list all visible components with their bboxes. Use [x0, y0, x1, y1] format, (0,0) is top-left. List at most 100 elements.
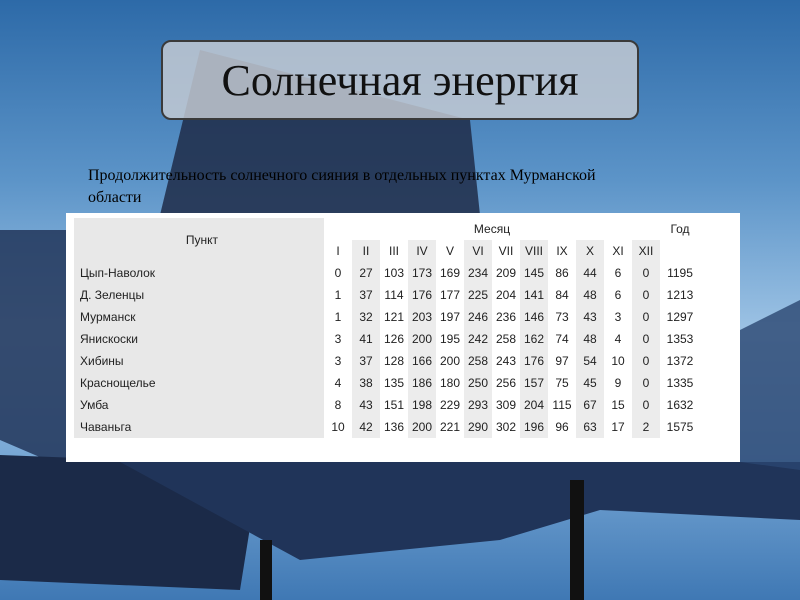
month-value: 63: [576, 416, 604, 438]
month-value: 115: [552, 398, 572, 412]
table-header-row: Пункт Месяц Год: [74, 218, 700, 262]
month-value: 74: [555, 332, 569, 346]
month-value: 135: [383, 376, 405, 390]
month-value: 0: [632, 372, 660, 394]
month-value: 37: [352, 350, 380, 372]
month-value: 186: [408, 372, 436, 394]
month-value: 4: [614, 332, 622, 346]
slide-subtitle: Продолжительность солнечного сияния в от…: [88, 167, 596, 206]
title-box: Солнечная энергия: [161, 40, 639, 120]
month-value: 43: [352, 394, 380, 416]
month-value: 8: [334, 398, 342, 412]
month-value: 1: [334, 288, 342, 302]
month-value: 176: [408, 284, 436, 306]
table-row: Мурманск 1 32 121 203 197 246 236 146 73 43 3 0 1297: [74, 306, 700, 328]
month-value: 75: [555, 376, 569, 390]
month-value: 42: [352, 416, 380, 438]
month-value: 4: [334, 376, 342, 390]
header-month: Месяц: [473, 222, 511, 236]
month-value: 309: [495, 398, 517, 412]
month-value: 173: [408, 262, 436, 284]
month-value: 2: [632, 416, 660, 438]
month-value: 246: [464, 306, 492, 328]
table-row: Умба 8 43 151 198 229 293 309 204 115 67 15 0 1632: [74, 394, 700, 416]
month-value: 242: [464, 328, 492, 350]
month-value: 234: [464, 262, 492, 284]
sunshine-table: Пункт Месяц Год I II III IV V VI VII VIII IX X XI XII Ц…: [74, 218, 700, 438]
month-value: 169: [439, 266, 461, 280]
month-value: 1: [334, 310, 342, 324]
month-value: 32: [352, 306, 380, 328]
year-spacer: [660, 240, 700, 262]
year-total: 1632: [666, 398, 694, 412]
month-value: 3: [334, 354, 342, 368]
place-name: Чаваньга: [74, 416, 324, 438]
place-name: Мурманск: [74, 306, 324, 328]
month-value: 43: [576, 306, 604, 328]
month-value: 114: [384, 288, 404, 302]
month-value: 84: [555, 288, 569, 302]
month-value: 146: [520, 306, 548, 328]
month-value: 45: [576, 372, 604, 394]
month-value: 221: [439, 420, 461, 434]
month-value: 151: [383, 398, 405, 412]
month-value: 97: [555, 354, 569, 368]
slide-title: Солнечная энергия: [221, 55, 579, 105]
year-total: 1335: [666, 376, 694, 390]
table-row: Янискоски 3 41 126 200 195 242 258 162 74 48 4 0 1353: [74, 328, 700, 350]
month-value: 3: [614, 310, 622, 324]
month-header: V: [445, 244, 454, 258]
month-value: 54: [576, 350, 604, 372]
month-value: 38: [352, 372, 380, 394]
month-value: 41: [352, 328, 380, 350]
place-name: Умба: [74, 394, 324, 416]
month-value: 73: [555, 310, 569, 324]
month-value: 293: [464, 394, 492, 416]
month-value: 44: [576, 262, 604, 284]
month-value: 17: [611, 420, 625, 434]
table-row: Чаваньга 10 42 136 200 221 290 302 196 96 63 17 2 157…: [74, 416, 700, 438]
month-value: 6: [614, 288, 622, 302]
month-value: 48: [576, 328, 604, 350]
header-year: Год: [670, 222, 690, 236]
month-value: 136: [383, 420, 405, 434]
month-value: 196: [520, 416, 548, 438]
month-value: 225: [464, 284, 492, 306]
month-header: XII: [632, 240, 660, 262]
sunshine-table-container: Пункт Месяц Год I II III IV V VI VII VIII IX X XI XII Ц…: [66, 213, 740, 462]
month-value: 180: [439, 376, 461, 390]
month-value: 250: [464, 372, 492, 394]
month-value: 37: [352, 284, 380, 306]
month-value: 258: [464, 350, 492, 372]
month-value: 204: [495, 288, 517, 302]
month-value: 0: [632, 284, 660, 306]
month-value: 162: [520, 328, 548, 350]
month-value: 166: [408, 350, 436, 372]
month-header: IV: [408, 240, 436, 262]
year-total: 1353: [666, 332, 694, 346]
month-value: 96: [555, 420, 569, 434]
month-value: 243: [495, 354, 517, 368]
month-value: 176: [520, 350, 548, 372]
table-row: Цып-Наволок 0 27 103 173 169 234 209 145 86 44 6 0 11…: [74, 262, 700, 284]
month-value: 128: [383, 354, 405, 368]
month-header: XI: [612, 244, 624, 258]
month-value: 209: [495, 266, 517, 280]
month-value: 0: [334, 266, 342, 280]
month-header: VI: [464, 240, 492, 262]
month-value: 0: [632, 394, 660, 416]
place-name: Цып-Наволок: [74, 262, 324, 284]
table-row: Хибины 3 37 128 166 200 258 243 176 97 54 10 0 1372: [74, 350, 700, 372]
month-value: 200: [408, 416, 436, 438]
month-header: II: [352, 240, 380, 262]
month-value: 0: [632, 306, 660, 328]
place-name: Хибины: [74, 350, 324, 372]
year-total: 1372: [666, 354, 694, 368]
month-value: 203: [408, 306, 436, 328]
month-value: 141: [520, 284, 548, 306]
month-value: 0: [632, 262, 660, 284]
month-value: 126: [383, 332, 405, 346]
month-value: 198: [408, 394, 436, 416]
year-total: 1575: [666, 420, 694, 434]
month-value: 177: [439, 288, 461, 302]
